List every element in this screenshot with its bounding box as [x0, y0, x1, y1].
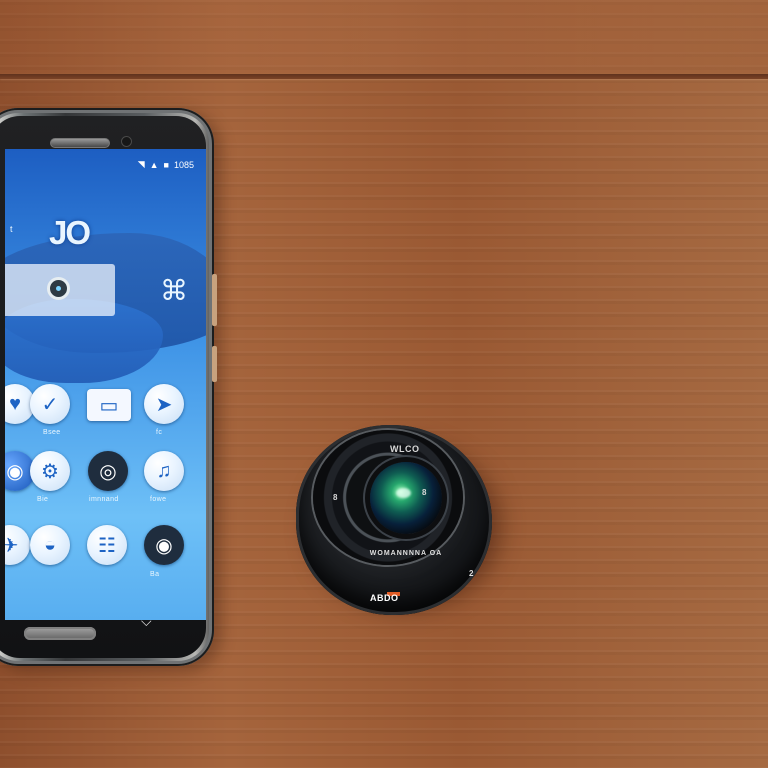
navigation-arrow-icon[interactable]: ⌵ [141, 613, 152, 630]
wood-plank-seam [0, 74, 768, 79]
camera-lens: WLCO 8 8 WOMANNNNA OA ABDO 2 [296, 425, 492, 615]
earpiece-speaker [50, 138, 110, 148]
app-label: imnnand [89, 496, 119, 503]
signal-icon: ▲ [149, 159, 159, 170]
wifi-icon: ◥ [137, 159, 145, 169]
lens-right-label: 8 [422, 488, 427, 497]
chat-app-icon[interactable]: ☷ [87, 525, 127, 565]
app-label: fowe [150, 496, 167, 503]
camera-app-icon[interactable]: ⚙ [30, 451, 70, 491]
phone-screen: ◥ ▲ ■ 1085 JO t ⌘ ♥ ✓ ▭ ➤ Bsee fc ◉ ⚙ ◎ … [5, 149, 206, 620]
lens-top-label: WLCO [390, 444, 420, 454]
brand-logo-icon[interactable]: ⌘ [160, 277, 188, 305]
clock-icon[interactable] [47, 277, 70, 300]
app-label: fc [156, 429, 163, 436]
chat-app-icon[interactable]: ◒ [30, 525, 70, 565]
side-text: t [10, 224, 13, 234]
app-label: Bsee [43, 429, 61, 436]
phone-front-panel: ◥ ▲ ■ 1085 JO t ⌘ ♥ ✓ ▭ ➤ Bsee fc ◉ ⚙ ◎ … [0, 116, 206, 658]
lens-ring-text: WOMANNNNA OA [369, 550, 443, 557]
widget-title: JO [49, 214, 91, 251]
front-camera [121, 136, 132, 147]
app-row-2: ◉ ⚙ ◎ ♫ Bie imnnand fowe [5, 451, 206, 509]
gallery-app-icon[interactable]: ▭ [87, 389, 131, 421]
lens-left-label: 8 [333, 493, 338, 502]
lens-right-mark: 2 [469, 569, 474, 578]
volume-button [212, 274, 217, 326]
app-row-1: ♥ ✓ ▭ ➤ Bsee fc [5, 384, 206, 442]
battery-icon: ■ [163, 159, 169, 170]
lens-base-label: ABDO [370, 593, 399, 603]
app-label: Ba [150, 571, 160, 578]
lens-glint [396, 488, 411, 498]
wood-plank-top [0, 0, 768, 74]
power-button [212, 346, 217, 382]
status-time: 1085 [173, 159, 194, 170]
lens-app-icon[interactable]: ◉ [144, 525, 184, 565]
app-label: Bie [37, 496, 49, 503]
lens-glass [370, 462, 442, 534]
home-button-icon[interactable] [24, 627, 96, 640]
play-app-icon[interactable]: ◎ [88, 451, 128, 491]
lens-ring: WLCO 8 8 WOMANNNNA OA [313, 430, 463, 565]
chat-app-icon[interactable]: ✈ [5, 525, 30, 565]
compass-app-icon[interactable]: ➤ [144, 384, 184, 424]
app-row-3: ✈ ◒ ☷ ◉ Ba [5, 525, 206, 583]
status-bar: ◥ ▲ ■ 1085 [138, 159, 194, 170]
smartphone: ◥ ▲ ■ 1085 JO t ⌘ ♥ ✓ ▭ ➤ Bsee fc ◉ ⚙ ◎ … [0, 108, 217, 666]
photo-scene: { "scene": { "table_color": "#9a5a35", "… [0, 0, 768, 768]
music-app-icon[interactable]: ♫ [144, 451, 184, 491]
check-app-icon[interactable]: ✓ [30, 384, 70, 424]
